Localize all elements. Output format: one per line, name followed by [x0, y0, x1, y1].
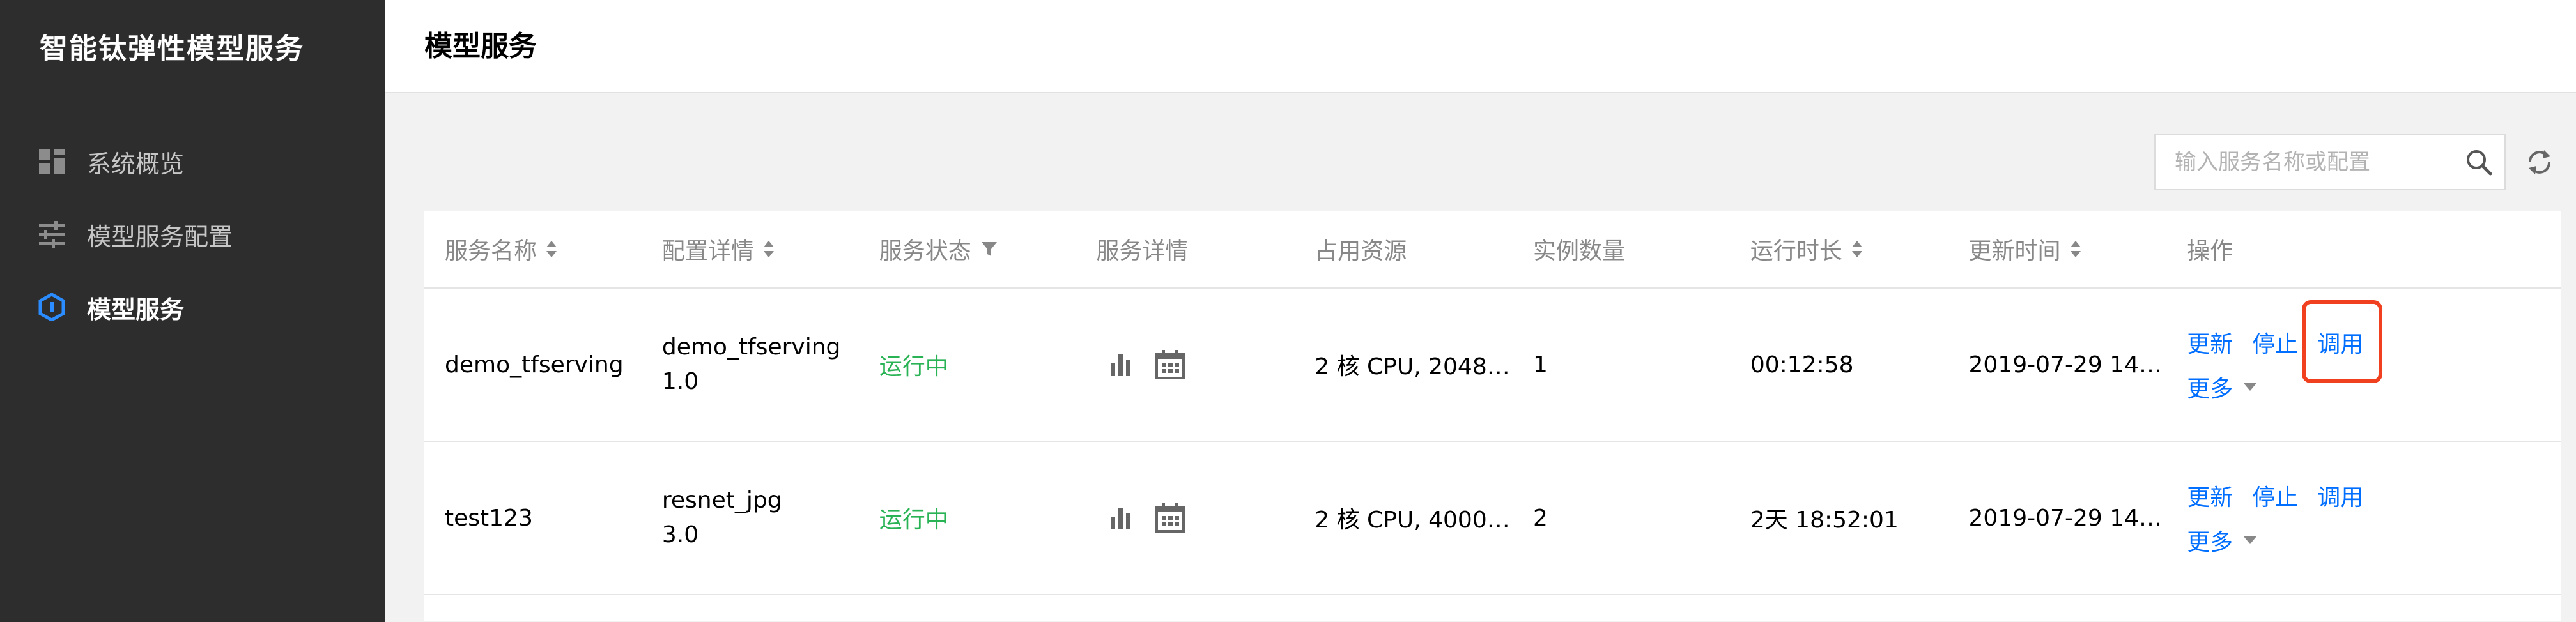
caret-down-icon: [2243, 536, 2257, 545]
column-header-name[interactable]: 服务名称: [424, 211, 642, 287]
refresh-icon[interactable]: [2516, 134, 2554, 190]
table-row: [424, 595, 2561, 621]
stop-button[interactable]: 停止: [2252, 326, 2298, 359]
config-version: 3.0: [661, 522, 699, 548]
calendar-icon[interactable]: [1154, 349, 1186, 381]
table-row: demo_tfserving demo_tfserving 1.0 运行中 2 …: [424, 289, 2561, 442]
column-header-actions: 操作: [2187, 238, 2233, 264]
bar-chart-icon[interactable]: [1107, 351, 1135, 379]
sidebar-item-label: 模型服务: [87, 295, 185, 324]
column-header-instances: 实例数量: [1532, 238, 1625, 264]
column-header-resources: 占用资源: [1315, 238, 1407, 264]
sidebar-nav: 系统概览 模型服务配置 模型服务: [0, 125, 385, 344]
sliders-icon: [37, 220, 66, 249]
resources: 2 核 CPU, 4000…: [1315, 507, 1510, 533]
model-service-icon: [37, 292, 66, 322]
runtime: 00:12:58: [1750, 351, 1854, 378]
config-name: demo_tfserving: [661, 334, 841, 360]
search-icon[interactable]: [2453, 135, 2504, 189]
more-dropdown[interactable]: 更多: [2187, 524, 2257, 557]
more-dropdown[interactable]: 更多: [2187, 370, 2257, 404]
invoke-button[interactable]: 调用: [2317, 331, 2363, 358]
toolbar: [2154, 134, 2554, 190]
bar-chart-icon[interactable]: [1107, 504, 1135, 532]
sort-icon[interactable]: [546, 239, 557, 259]
column-header-runtime[interactable]: 运行时长: [1730, 211, 1948, 287]
sidebar-item-overview[interactable]: 系统概览: [0, 125, 385, 198]
caret-down-icon: [2243, 383, 2257, 391]
sidebar-item-model-service-config[interactable]: 模型服务配置: [0, 198, 385, 271]
config-detail: demo_tfserving 1.0: [642, 330, 859, 399]
sidebar-item-model-service[interactable]: 模型服务: [0, 271, 385, 344]
sort-icon[interactable]: [763, 239, 775, 259]
search-box: [2154, 134, 2506, 190]
services-table: 服务名称 配置详情 服务状态 服务详情 占用资源 实例数量 运行时长 更新时间 …: [424, 211, 2561, 621]
service-name: demo_tfserving: [445, 351, 624, 378]
column-header-status[interactable]: 服务状态: [859, 211, 1076, 287]
invoke-highlight: 调用: [2302, 300, 2383, 383]
calendar-icon[interactable]: [1154, 502, 1186, 534]
instance-count: 2: [1532, 504, 1548, 531]
row-actions: 更新 停止 调用 更多: [2166, 479, 2561, 557]
table-row: test123 resnet_jpg 3.0 运行中 2 核 CPU, 4000…: [424, 442, 2561, 595]
filter-icon[interactable]: [980, 240, 998, 258]
search-input[interactable]: [2156, 149, 2453, 176]
service-detail: [1076, 349, 1295, 381]
update-button[interactable]: 更新: [2187, 326, 2233, 359]
table-header: 服务名称 配置详情 服务状态 服务详情 占用资源 实例数量 运行时长 更新时间 …: [424, 211, 2561, 289]
config-detail: resnet_jpg 3.0: [642, 483, 859, 552]
invoke-button[interactable]: 调用: [2317, 479, 2363, 512]
page-header: 模型服务: [385, 0, 2576, 93]
main-content: 模型服务 输入服务名称或配置 服务名称 配置详情 服务状态 服务详情 占用资源 …: [385, 0, 2576, 622]
updated-time: 2019-07-29 14:…: [1968, 351, 2167, 378]
row-actions: 更新 停止 调用 更多: [2166, 300, 2561, 404]
sort-icon[interactable]: [2070, 239, 2081, 259]
config-name: resnet_jpg: [661, 487, 782, 513]
column-header-config[interactable]: 配置详情: [642, 211, 859, 287]
sort-icon[interactable]: [1851, 239, 1863, 259]
config-version: 1.0: [661, 368, 699, 395]
runtime: 2天 18:52:01: [1750, 507, 1899, 533]
stop-button[interactable]: 停止: [2252, 479, 2298, 512]
column-header-updated[interactable]: 更新时间: [1948, 211, 2167, 287]
service-name: test123: [445, 504, 533, 531]
resources: 2 核 CPU, 2048…: [1315, 354, 1510, 380]
column-header-detail: 服务详情: [1096, 238, 1189, 264]
sidebar-item-label: 模型服务配置: [87, 222, 233, 251]
instance-count: 1: [1532, 351, 1548, 378]
sidebar: 智能钛弹性模型服务 系统概览 模型服务配置 模型服务: [0, 0, 385, 622]
dashboard-icon: [37, 147, 66, 176]
page-title: 模型服务: [424, 30, 537, 63]
sidebar-item-label: 系统概览: [87, 149, 185, 178]
update-button[interactable]: 更新: [2187, 479, 2233, 512]
app-title: 智能钛弹性模型服务: [40, 33, 304, 65]
status-text: 运行中: [879, 507, 948, 533]
service-detail: [1076, 502, 1295, 534]
status-text: 运行中: [879, 354, 948, 380]
updated-time: 2019-07-29 14:…: [1968, 504, 2167, 531]
